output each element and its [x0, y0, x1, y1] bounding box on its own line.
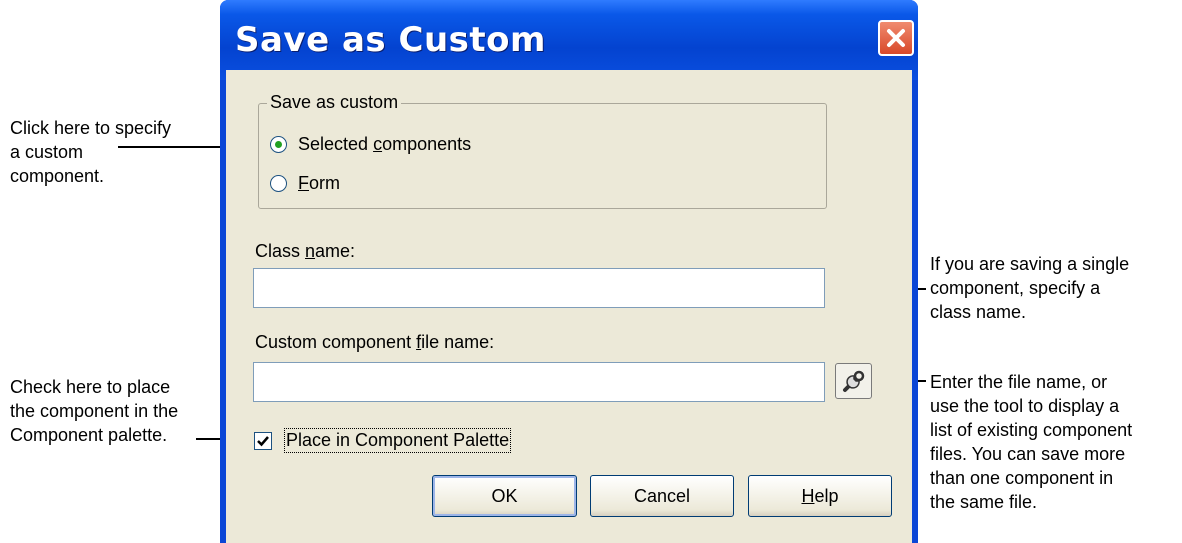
wrench-icon	[843, 370, 865, 392]
palette-checkbox-label: Place in Component Palette	[284, 428, 512, 453]
palette-checkbox[interactable]	[254, 431, 272, 450]
checkmark-icon	[257, 435, 269, 446]
browse-tool-button[interactable]	[835, 363, 872, 399]
class-name-label: Class name:	[255, 241, 356, 261]
radio-form[interactable]: Form	[270, 173, 340, 194]
radio-selected-components[interactable]: Selected components	[270, 134, 471, 155]
annotation-custom-component: Click here to specify a custom component…	[10, 118, 172, 186]
annotation-file-name: Enter the file name, or use the tool to …	[930, 372, 1133, 512]
group-label: Save as custom	[267, 92, 402, 113]
save-as-custom-group: Save as custom Selected components Form	[258, 92, 827, 209]
close-icon	[887, 29, 905, 47]
class-name-input[interactable]	[253, 268, 825, 308]
radio-label-form: Form	[298, 173, 340, 193]
close-button[interactable]	[878, 20, 914, 56]
radio-button-checked[interactable]	[270, 136, 287, 153]
save-as-custom-dialog: Save as Custom Save as custom Selected c…	[220, 0, 918, 543]
annotation-palette: Check here to place the component in the…	[10, 377, 179, 445]
title-bar[interactable]: Save as Custom	[220, 0, 918, 80]
palette-checkbox-row[interactable]: Place in Component Palette	[254, 428, 512, 453]
dialog-body: Save as custom Selected components Form …	[226, 70, 912, 543]
radio-label-selected-components: Selected components	[298, 134, 472, 154]
annotation-class-name: If you are saving a single component, sp…	[930, 254, 1130, 322]
file-name-label: Custom component file name:	[255, 332, 495, 352]
radio-button-unchecked[interactable]	[270, 175, 287, 192]
help-button[interactable]: Help	[748, 475, 892, 517]
file-name-input[interactable]	[253, 362, 825, 402]
ok-button[interactable]: OK	[432, 475, 577, 517]
dialog-title: Save as Custom	[235, 20, 546, 60]
cancel-button[interactable]: Cancel	[590, 475, 734, 517]
